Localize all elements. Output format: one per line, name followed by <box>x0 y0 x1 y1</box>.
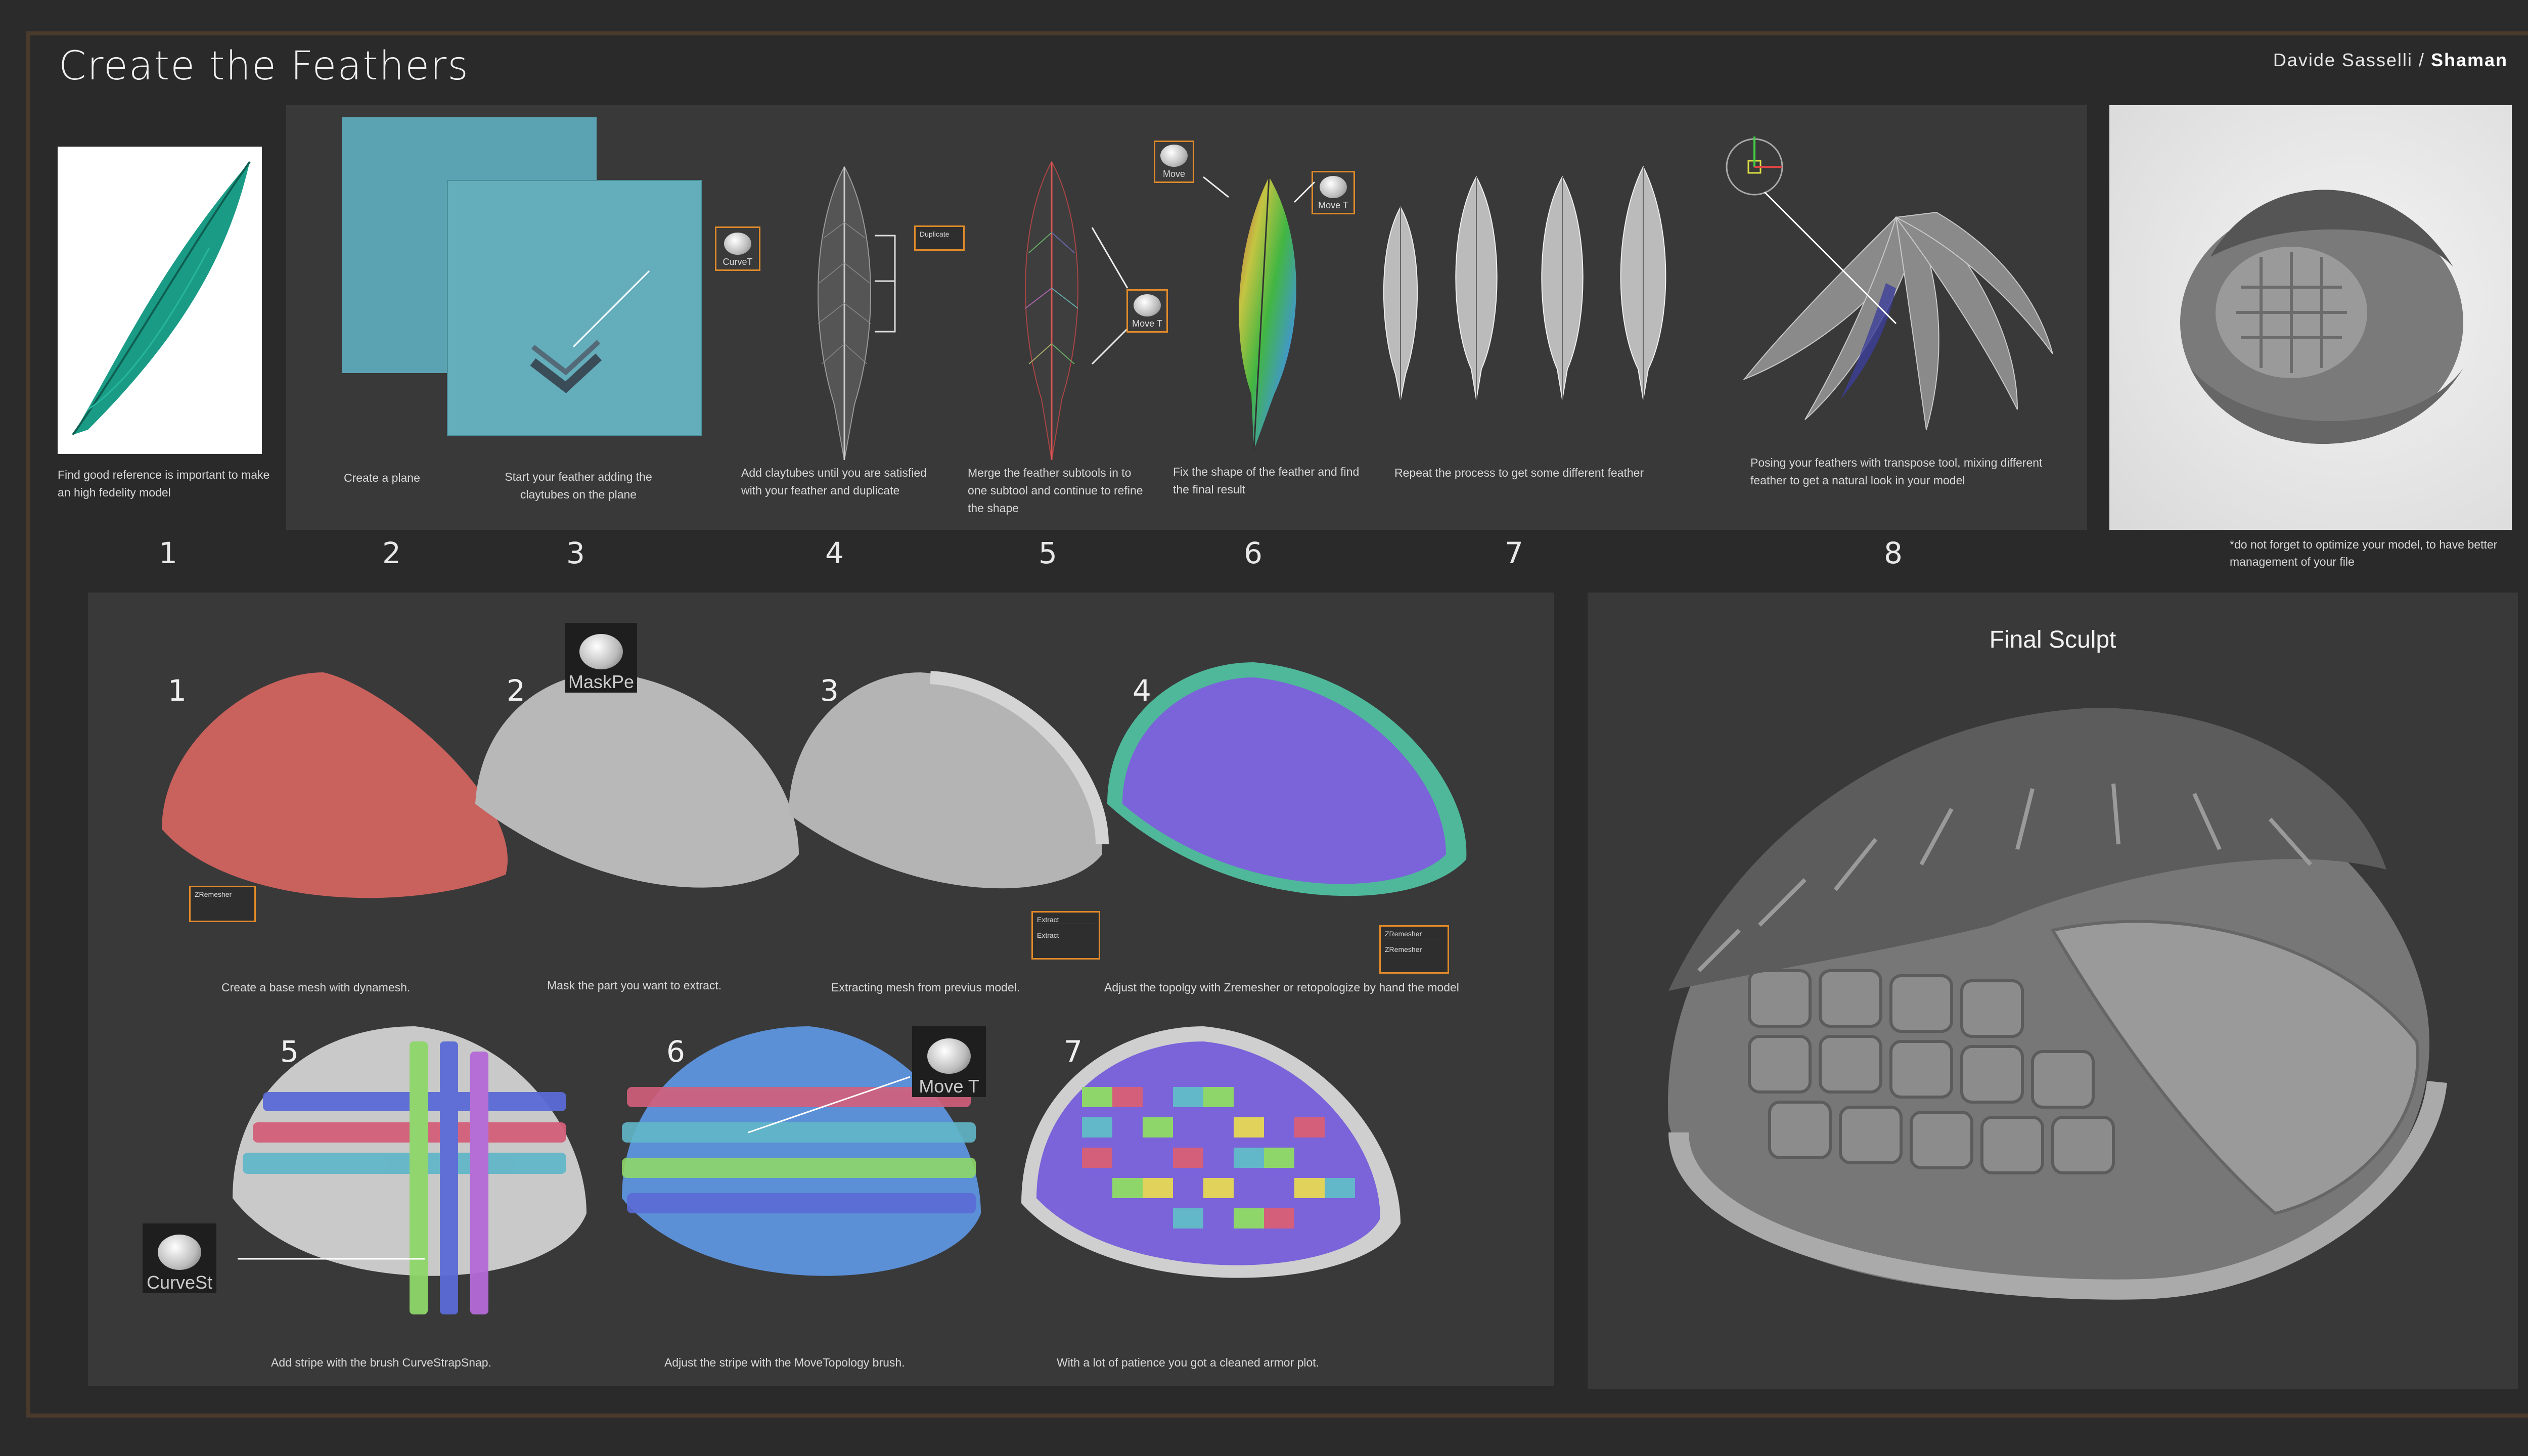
extract-panel: Extract Extract <box>1031 911 1100 960</box>
zremesher-panel-button[interactable]: ZRemesher <box>1385 945 1443 953</box>
curvetube-brush-icon: CurveT <box>715 226 760 271</box>
step-number-3: 3 <box>566 536 585 570</box>
caption-step-4: Add claytubes until you are satisfied wi… <box>741 466 927 497</box>
reference-image <box>58 147 262 454</box>
final-sculpt-title: Final Sculpt <box>1989 626 2116 653</box>
caption-armor-2: Mask the part you want to extract. <box>547 979 722 992</box>
zremesher-title: ZRemesher <box>1385 930 1443 938</box>
step-number-7: 7 <box>1505 536 1523 570</box>
caption-armor-5: Add stripe with the brush CurveStrapSnap… <box>271 1356 491 1369</box>
step-number-8: 8 <box>1884 536 1903 570</box>
extract-title: Extract <box>1037 916 1095 924</box>
armor-step-number-3: 3 <box>820 673 839 708</box>
feathered-armor-icon <box>2180 190 2463 444</box>
movetopology-brush-icon: Move T <box>912 1026 986 1097</box>
move-brush-icon-2: Move <box>1154 141 1194 183</box>
step-number-6: 6 <box>1244 536 1262 570</box>
armor-step-number-6: 6 <box>666 1034 685 1069</box>
step-number-4: 4 <box>825 536 844 570</box>
caption-armor-1: Create a base mesh with dynamesh. <box>221 981 411 994</box>
caption-armor-4: Adjust the topolgy with Zremesher or ret… <box>1104 981 1459 994</box>
rainbow-feather-icon <box>1203 176 1316 450</box>
project-name: Shaman <box>2430 50 2508 70</box>
feather-fan-icon <box>1726 136 2053 430</box>
caption-step-5: Merge the feather subtools in to one sub… <box>968 466 1143 515</box>
plane-mesh-front <box>447 180 702 436</box>
zremesher-button[interactable]: ZRemesher <box>189 886 256 922</box>
shaman-shoulder-render <box>2109 105 2512 530</box>
extract-button[interactable]: Extract <box>1037 931 1095 939</box>
caption-armor-7: With a lot of patience you got a cleaned… <box>1057 1356 1320 1369</box>
optimization-note: *do not forget to optimize your model, t… <box>2230 538 2498 568</box>
claytube-strokes <box>530 270 650 393</box>
zremesher-panel: ZRemesher ZRemesher <box>1379 925 1449 974</box>
armor-step-number-7: 7 <box>1064 1034 1082 1069</box>
feather-variants-icon <box>1383 165 1666 400</box>
armor-step-number-2: 2 <box>507 673 525 708</box>
curvestrapsnap-brush-icon: CurveSt <box>143 1223 216 1293</box>
armor-step-number-4: 4 <box>1133 673 1151 708</box>
teal-feather-icon <box>72 161 251 436</box>
duplicate-button[interactable]: Duplicate <box>914 225 965 251</box>
armor-step-number-1: 1 <box>168 673 187 708</box>
final-sculpt-render <box>1667 708 2447 1300</box>
step-number-1: 1 <box>159 536 177 570</box>
author-credit: Davide Sasselli / Shaman <box>2273 50 2508 71</box>
author-name: Davide Sasselli / <box>2273 50 2425 70</box>
caption-armor-3: Extracting mesh from previus model. <box>831 981 1020 994</box>
armor-step-number-5: 5 <box>280 1034 299 1069</box>
caption-step-7: Repeat the process to get some different… <box>1394 466 1644 479</box>
move-brush-icon: Move T <box>1126 289 1168 333</box>
page-title: Create the Feathers <box>59 43 469 89</box>
step-number-5: 5 <box>1039 536 1057 570</box>
caption-step-2: Create a plane <box>344 471 420 484</box>
maskpen-brush-icon: MaskPe <box>565 623 637 693</box>
caption-step-1: Find good reference is important to make… <box>58 468 270 499</box>
bracket-lines <box>875 235 896 333</box>
caption-step-6: Fix the shape of the feather and find th… <box>1173 465 1360 496</box>
caption-armor-6: Adjust the stripe with the MoveTopology … <box>664 1356 905 1369</box>
armor-stripes-row <box>233 1026 1401 1314</box>
step-number-2: 2 <box>382 536 401 570</box>
caption-step-8: Posing your feathers with transpose tool… <box>1750 456 2043 487</box>
caption-step-3: Start your feather adding the claytubes … <box>505 470 652 501</box>
